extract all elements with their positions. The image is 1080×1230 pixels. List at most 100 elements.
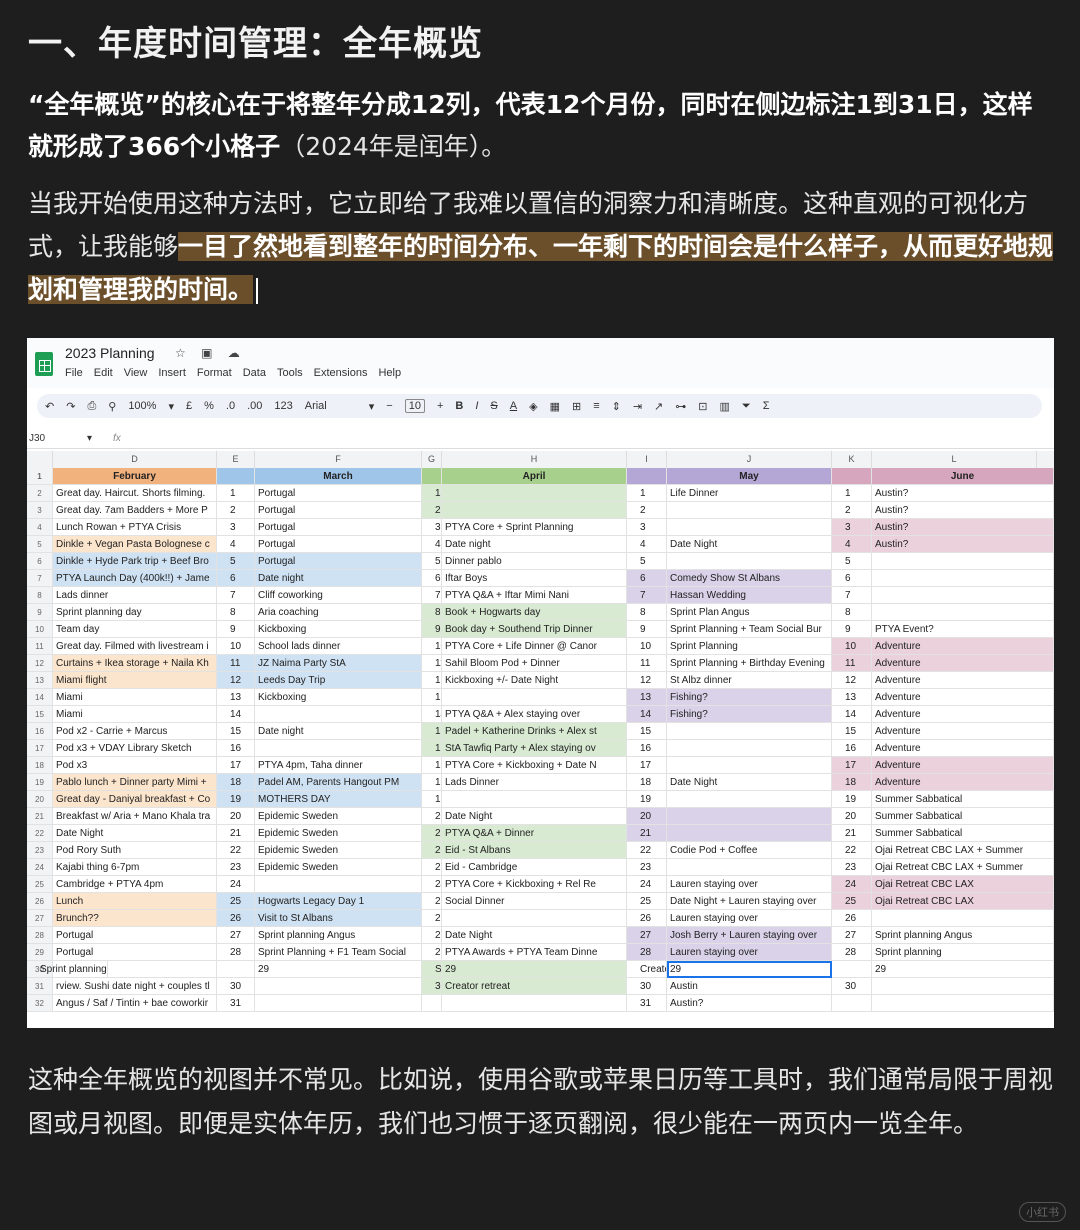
table-cell[interactable]: Dinkle + Vegan Pasta Bolognese c <box>53 536 217 553</box>
table-cell[interactable]: 26 <box>217 910 255 927</box>
table-cell[interactable]: 22 <box>832 842 872 859</box>
rotate-icon[interactable]: ↗ <box>654 400 663 413</box>
table-cell[interactable]: Dinkle + Hyde Park trip + Beef Bro <box>53 553 217 570</box>
table-cell[interactable]: Sprint planning Angus <box>872 927 1054 944</box>
table-cell[interactable]: 8 <box>627 604 667 621</box>
table-cell[interactable] <box>832 995 872 1012</box>
table-cell[interactable]: 5 <box>627 553 667 570</box>
table-cell[interactable]: 2 <box>832 502 872 519</box>
table-cell[interactable]: Adventure <box>872 655 1054 672</box>
table-cell[interactable] <box>255 876 422 893</box>
table-cell[interactable]: Creator retreat <box>627 961 667 978</box>
strikethrough-button[interactable]: S <box>490 400 497 412</box>
table-cell[interactable]: 3 <box>422 519 442 536</box>
table-cell[interactable]: 7 <box>422 587 442 604</box>
table-cell[interactable] <box>442 689 627 706</box>
increase-decimal-button[interactable]: .00 <box>247 400 262 412</box>
table-cell[interactable]: 15 <box>627 723 667 740</box>
table-cell[interactable]: Angus / Saf / Tintin + bae coworkir <box>53 995 217 1012</box>
column-header-h[interactable]: H <box>442 451 627 468</box>
table-cell[interactable]: Date Night <box>667 774 832 791</box>
table-cell[interactable]: Portugal <box>53 927 217 944</box>
table-cell[interactable]: 31 <box>217 995 255 1012</box>
table-cell[interactable]: 23 <box>217 859 255 876</box>
table-cell[interactable] <box>217 468 255 485</box>
menu-data[interactable]: Data <box>243 367 266 379</box>
table-cell[interactable]: 10 <box>832 638 872 655</box>
table-cell[interactable]: Codie Pod + Coffee <box>667 842 832 859</box>
table-cell[interactable]: 23 <box>832 859 872 876</box>
borders-icon[interactable]: ▦ <box>550 400 560 413</box>
table-cell[interactable]: 19 <box>832 791 872 808</box>
table-cell[interactable]: February <box>53 468 217 485</box>
table-cell[interactable]: 16 <box>627 740 667 757</box>
row-number[interactable]: 14 <box>27 689 53 706</box>
table-cell[interactable]: 20 <box>832 808 872 825</box>
row-number[interactable]: 2 <box>27 485 53 502</box>
menu-edit[interactable]: Edit <box>94 367 113 379</box>
table-cell[interactable]: 14 <box>217 706 255 723</box>
table-cell[interactable]: 4 <box>627 536 667 553</box>
table-cell[interactable]: Austin? <box>667 995 832 1012</box>
table-cell[interactable]: 15 <box>832 723 872 740</box>
table-cell[interactable]: 11 <box>627 655 667 672</box>
table-cell[interactable]: 15 <box>422 723 442 740</box>
table-cell[interactable]: St Albz dinner <box>667 672 832 689</box>
table-cell[interactable]: Adventure <box>872 757 1054 774</box>
table-cell[interactable]: 11 <box>832 655 872 672</box>
table-cell[interactable]: 26 <box>422 910 442 927</box>
table-cell[interactable]: StA Tawfiq Party + Alex staying ov <box>442 740 627 757</box>
align-icon[interactable]: ≡ <box>593 400 599 412</box>
table-cell[interactable]: Date night <box>255 570 422 587</box>
table-cell[interactable]: 13 <box>627 689 667 706</box>
table-cell[interactable]: Padel AM, Parents Hangout PM <box>255 774 422 791</box>
table-cell[interactable]: 3 <box>832 519 872 536</box>
chevron-down-icon[interactable]: ▾ <box>168 400 174 413</box>
table-cell[interactable]: Great day. Haircut. Shorts filming. <box>53 485 217 502</box>
row-number[interactable]: 6 <box>27 553 53 570</box>
menu-format[interactable]: Format <box>197 367 232 379</box>
table-cell[interactable]: PTYA 4pm, Taha dinner <box>255 757 422 774</box>
table-cell[interactable]: Sprint Plan Angus <box>667 604 832 621</box>
table-cell[interactable]: 22 <box>422 842 442 859</box>
table-cell[interactable] <box>442 995 627 1012</box>
table-cell[interactable]: Ojai Retreat CBC LAX + Summer <box>872 859 1054 876</box>
table-cell[interactable]: 11 <box>422 655 442 672</box>
chevron-down-icon[interactable]: ▾ <box>369 400 375 413</box>
table-cell[interactable]: Ojai Retreat CBC LAX <box>872 893 1054 910</box>
table-cell[interactable]: Austin <box>667 978 832 995</box>
row-number[interactable]: 25 <box>27 876 53 893</box>
table-cell[interactable]: 10 <box>627 638 667 655</box>
table-cell[interactable]: 10 <box>217 638 255 655</box>
table-cell[interactable]: Book day + Southend Trip Dinner <box>442 621 627 638</box>
row-number[interactable]: 18 <box>27 757 53 774</box>
table-cell[interactable]: Fishing? <box>667 706 832 723</box>
table-cell[interactable]: 19 <box>217 791 255 808</box>
table-cell[interactable]: Ojai Retreat CBC LAX <box>872 876 1054 893</box>
table-cell[interactable] <box>667 502 832 519</box>
table-cell[interactable]: 27 <box>627 927 667 944</box>
row-number[interactable]: 7 <box>27 570 53 587</box>
table-cell[interactable] <box>667 757 832 774</box>
table-cell[interactable] <box>667 808 832 825</box>
table-cell[interactable]: 2 <box>627 502 667 519</box>
table-cell[interactable] <box>442 791 627 808</box>
menu-insert[interactable]: Insert <box>158 367 186 379</box>
bold-button[interactable]: B <box>455 400 463 412</box>
table-cell[interactable] <box>442 485 627 502</box>
table-cell[interactable]: 5 <box>217 553 255 570</box>
table-cell[interactable]: 25 <box>832 893 872 910</box>
table-cell[interactable]: 27 <box>422 927 442 944</box>
table-cell[interactable] <box>667 859 832 876</box>
column-header-f[interactable]: F <box>255 451 422 468</box>
table-cell[interactable]: Sprint planning <box>872 944 1054 961</box>
sheets-logo-icon[interactable] <box>35 352 53 376</box>
table-cell[interactable]: Adventure <box>872 689 1054 706</box>
table-cell[interactable]: 6 <box>422 570 442 587</box>
table-cell[interactable]: 3 <box>627 519 667 536</box>
table-cell[interactable]: Lauren staying over <box>667 876 832 893</box>
table-cell[interactable] <box>627 468 667 485</box>
table-cell[interactable]: Cliff coworking <box>255 587 422 604</box>
table-cell[interactable]: Epidemic Sweden <box>255 808 422 825</box>
table-cell[interactable]: 20 <box>422 808 442 825</box>
